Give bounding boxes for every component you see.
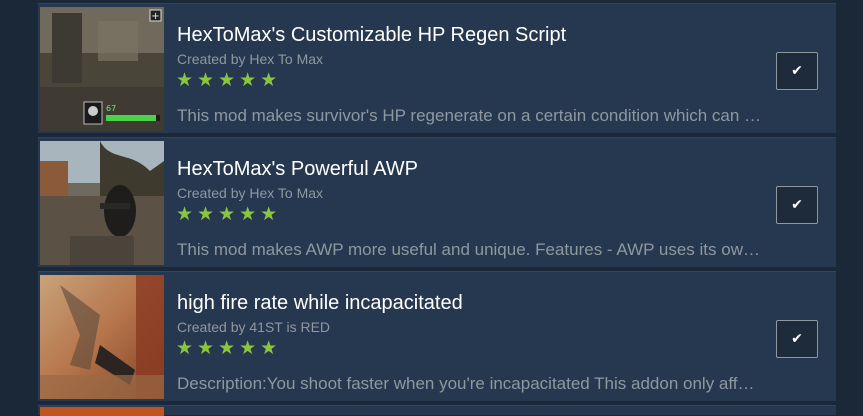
subscribed-toggle-button[interactable]: ✔ bbox=[776, 52, 818, 90]
mod-author[interactable]: Created by Hex To Max bbox=[177, 184, 323, 202]
mod-author[interactable]: Created by Hex To Max bbox=[177, 50, 323, 68]
mod-description: This mod makes AWP more useful and uniqu… bbox=[177, 240, 762, 259]
mod-description: This mod makes survivor's HP regenerate … bbox=[177, 106, 762, 125]
mod-thumbnail-image bbox=[40, 141, 164, 265]
rating-stars: ★★★★★ bbox=[176, 337, 282, 359]
subscribed-toggle-button[interactable]: ✔ bbox=[776, 320, 818, 358]
mod-author[interactable]: Created by 41ST is RED bbox=[177, 318, 330, 336]
hud-health-value: 67 bbox=[106, 104, 116, 113]
mod-list-item-partial[interactable] bbox=[38, 405, 836, 416]
mod-title[interactable]: HexToMax's Customizable HP Regen Script bbox=[177, 22, 566, 48]
mod-thumbnail[interactable]: + 67 bbox=[40, 7, 164, 131]
mod-thumbnail[interactable] bbox=[40, 141, 164, 265]
subscribed-toggle-button[interactable]: ✔ bbox=[776, 186, 818, 224]
mod-title[interactable]: HexToMax's Powerful AWP bbox=[177, 156, 418, 182]
mod-list-item[interactable]: HexToMax's Powerful AWP Created by Hex T… bbox=[38, 137, 836, 267]
mod-title[interactable]: high fire rate while incapacitated bbox=[177, 290, 463, 316]
checkmark-icon: ✔ bbox=[791, 63, 803, 79]
mod-list: + 67 HexToMax's Customizable HP Regen Sc… bbox=[38, 0, 836, 416]
mod-thumbnail-partial bbox=[40, 407, 164, 416]
mod-thumbnail-image: + 67 bbox=[40, 7, 164, 131]
mod-thumbnail-image bbox=[40, 275, 164, 399]
svg-text:+: + bbox=[151, 11, 159, 22]
mod-list-item[interactable]: high fire rate while incapacitated Creat… bbox=[38, 271, 836, 401]
mod-thumbnail[interactable] bbox=[40, 275, 164, 399]
checkmark-icon: ✔ bbox=[791, 197, 803, 213]
mod-list-item[interactable]: + 67 HexToMax's Customizable HP Regen Sc… bbox=[38, 3, 836, 133]
rating-stars: ★★★★★ bbox=[176, 203, 282, 225]
mod-description: Description:You shoot faster when you're… bbox=[177, 374, 762, 393]
checkmark-icon: ✔ bbox=[791, 331, 803, 347]
rating-stars: ★★★★★ bbox=[176, 69, 282, 91]
